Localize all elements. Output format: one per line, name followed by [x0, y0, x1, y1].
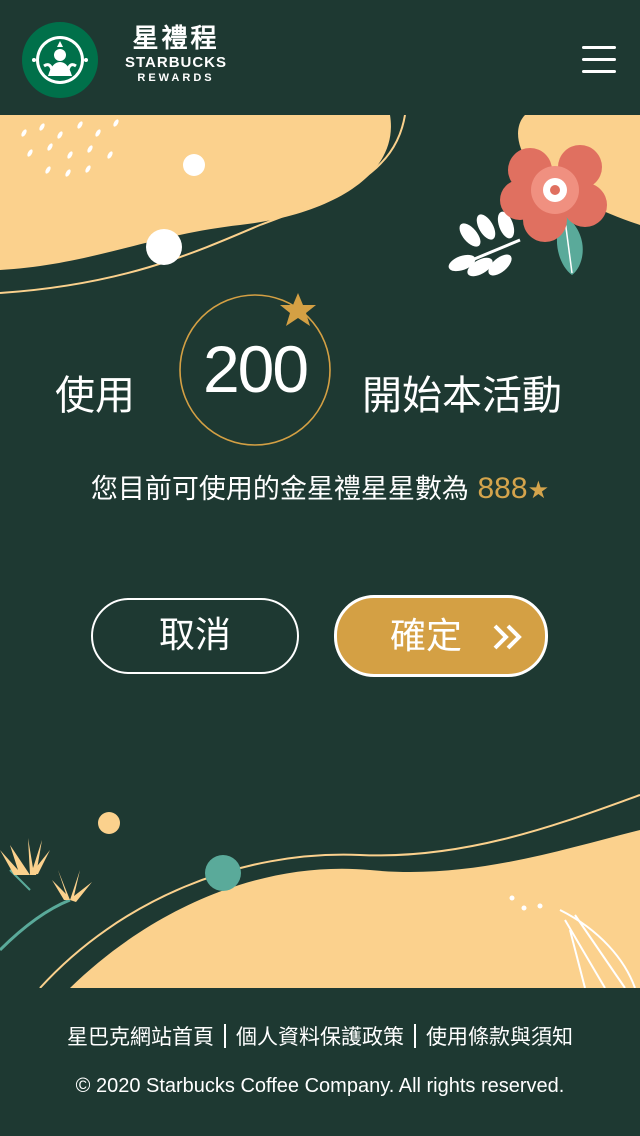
flower-decoration [448, 145, 607, 277]
top-decoration [0, 115, 640, 294]
footer: 星巴克網站首頁 個人資料保護政策 使用條款與須知 © 2020 Starbucks … [0, 988, 640, 1136]
start-activity-label: 開始本活動 [362, 373, 562, 419]
copyright-text: © 2020 Starbucks Coffee Company. All rig… [75, 1075, 565, 1097]
cancel-button-label: 取消 [158, 615, 231, 656]
footer-divider [224, 1024, 226, 1048]
star-balance-value: 888★ [478, 472, 550, 505]
confirm-button-label: 確定 [389, 616, 462, 657]
confirm-button[interactable]: 確定 [334, 595, 548, 677]
use-label: 使用 [55, 373, 135, 419]
brand-cn-title: 星禮程 [132, 24, 220, 54]
star-balance-line: 您目前可使用的金星禮星星數為 888★ [0, 470, 640, 510]
brand-en-title: STARBUCKS [124, 54, 228, 71]
footer-link-terms[interactable]: 使用條款與須知 [426, 1025, 573, 1049]
footer-link-privacy[interactable]: 個人資料保護政策 [236, 1025, 404, 1049]
starbucks-logo[interactable] [22, 22, 98, 98]
bottom-decoration [0, 794, 640, 989]
gold-star-icon [280, 293, 316, 326]
double-chevron-right-icon [493, 624, 522, 650]
star-balance-label: 您目前可使用的金星禮星星數為 [90, 474, 469, 505]
footer-divider [414, 1024, 416, 1048]
header: 星禮程 STARBUCKS REWARDS [0, 0, 640, 115]
footer-links: 星巴克網站首頁 個人資料保護政策 使用條款與須知 [0, 1022, 640, 1052]
footer-link-home[interactable]: 星巴克網站首頁 [67, 1025, 214, 1049]
brand-sub-title: REWARDS [137, 72, 215, 84]
cancel-button[interactable]: 取消 [91, 598, 299, 674]
hamburger-menu-icon[interactable] [580, 44, 618, 76]
stars-required-value: 200 [202, 332, 309, 406]
brand-wordmark: 星禮程 STARBUCKS REWARDS [106, 24, 246, 85]
small-star-icon: ★ [527, 477, 550, 504]
star-balance-number: 888 [477, 472, 528, 505]
